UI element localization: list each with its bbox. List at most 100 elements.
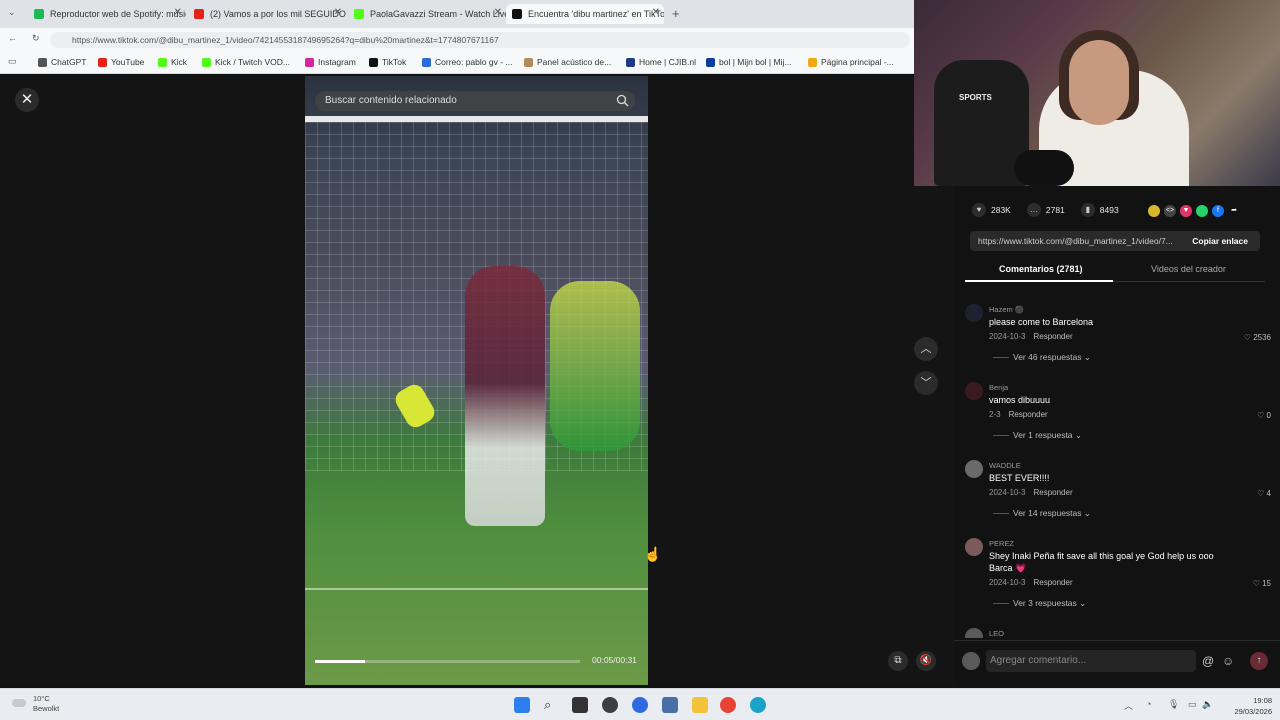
send-comment-button[interactable]: ↑ bbox=[1250, 652, 1268, 670]
edge-icon[interactable] bbox=[750, 697, 766, 713]
search-icon[interactable]: ⌕ bbox=[544, 697, 560, 713]
app-icon[interactable] bbox=[632, 697, 648, 713]
comment-like-button[interactable]: ♡ 4 bbox=[1257, 489, 1271, 498]
comment-button[interactable]: … 2781 bbox=[1026, 203, 1065, 217]
emoji-icon[interactable]: ☺ bbox=[1222, 654, 1234, 668]
avatar[interactable] bbox=[965, 538, 983, 556]
chrome-icon[interactable] bbox=[720, 697, 736, 713]
kick-icon bbox=[354, 9, 364, 19]
next-video-button[interactable]: ﹀ bbox=[914, 371, 938, 395]
mute-icon[interactable]: 🔇 bbox=[916, 651, 936, 671]
spotify-icon bbox=[34, 9, 44, 19]
video-frame[interactable] bbox=[305, 76, 648, 685]
close-video-button[interactable]: ✕ bbox=[15, 88, 39, 112]
comment-like-button[interactable]: ♡ 15 bbox=[1253, 579, 1271, 588]
app-icon[interactable] bbox=[602, 697, 618, 713]
comment-like-count: 0 bbox=[1266, 411, 1271, 420]
comment-like-button[interactable]: ♡ 2536 bbox=[1244, 333, 1271, 342]
tab-tiktok-active[interactable]: Encuentra 'dibu martinez' en TikTo ✕ bbox=[506, 4, 664, 24]
active-tab-indicator bbox=[965, 280, 1113, 282]
comment-like-button[interactable]: ♡ 0 bbox=[1257, 411, 1271, 420]
folder-icon[interactable] bbox=[692, 697, 708, 713]
save-button[interactable]: ▮ 8493 bbox=[1080, 203, 1119, 217]
store-icon[interactable] bbox=[662, 697, 678, 713]
view-replies-button[interactable]: Ver 1 respuesta ⌄ bbox=[993, 430, 1082, 441]
add-comment-input[interactable]: Agregar comentario... bbox=[986, 650, 1196, 672]
bookmark-label: bol | Mijn bol | Mij... bbox=[719, 57, 792, 67]
more-share-icon[interactable]: ➦ bbox=[1228, 205, 1240, 217]
url-field[interactable]: https://www.tiktok.com/@dibu_martinez_1/… bbox=[50, 32, 910, 48]
search-icon[interactable] bbox=[616, 94, 629, 107]
clock-date: 29/03/2026 bbox=[1234, 707, 1272, 716]
view-replies-button[interactable]: Ver 3 respuestas ⌄ bbox=[993, 598, 1086, 609]
facebook-icon[interactable]: f bbox=[1212, 205, 1224, 217]
clock[interactable]: 19:08 29/03/2026 bbox=[1234, 695, 1272, 717]
bookmark-kick-twitch-vod[interactable]: Kick / Twitch VOD... bbox=[202, 57, 290, 67]
tab-creator-videos[interactable]: Videos del creador bbox=[1151, 264, 1226, 274]
display-icon[interactable]: ▭ bbox=[1188, 699, 1197, 710]
reply-button[interactable]: Responder bbox=[1033, 578, 1072, 587]
bookmark-tiktok[interactable]: TikTok bbox=[369, 57, 406, 67]
avatar[interactable] bbox=[965, 382, 983, 400]
comment-username[interactable]: PEREZ bbox=[989, 539, 1014, 548]
previous-video-button[interactable]: ︿ bbox=[914, 337, 938, 361]
close-tab-icon[interactable]: ✕ bbox=[334, 7, 342, 18]
reload-icon[interactable]: ↻ bbox=[32, 33, 40, 44]
miniplayer-icon[interactable]: ⧉ bbox=[888, 651, 908, 671]
tab-comments[interactable]: Comentarios (2781) bbox=[999, 264, 1083, 274]
kick-icon bbox=[202, 57, 211, 67]
close-tab-icon[interactable]: ✕ bbox=[494, 7, 502, 18]
comment-username[interactable]: LEO bbox=[989, 629, 1004, 638]
sidebar-icon[interactable]: ▭ bbox=[8, 56, 17, 67]
comment-username[interactable]: WADDLE bbox=[989, 461, 1021, 470]
view-replies-button[interactable]: Ver 46 respuestas ⌄ bbox=[993, 352, 1091, 363]
bookmark-chatgpt[interactable]: ChatGPT bbox=[38, 57, 86, 67]
comment-username[interactable]: Hazem ⚫ bbox=[989, 305, 1024, 314]
copy-link-button[interactable]: Copiar enlace bbox=[1192, 236, 1248, 246]
volume-icon[interactable]: 🔈 bbox=[1202, 699, 1213, 710]
video-link-text[interactable]: https://www.tiktok.com/@dibu_martinez_1/… bbox=[978, 236, 1178, 246]
bookmark-bol[interactable]: bol | Mijn bol | Mij... bbox=[706, 57, 791, 67]
avatar[interactable] bbox=[965, 628, 983, 638]
close-tab-icon[interactable]: ✕ bbox=[174, 7, 182, 18]
avatar[interactable] bbox=[965, 460, 983, 478]
related-search-input[interactable]: Buscar contenido relacionado bbox=[315, 91, 635, 111]
tab-youtube[interactable]: (2) Vamos a por los mil SEGUIDOR ✕ bbox=[188, 4, 346, 24]
send-share-icon[interactable]: ▼ bbox=[1180, 205, 1192, 217]
like-button[interactable]: ♥ 283K bbox=[972, 203, 1011, 217]
tray-chevron-icon[interactable]: ︿ bbox=[1124, 699, 1133, 712]
comment-username[interactable]: Benja bbox=[989, 383, 1008, 392]
bookmark-instagram[interactable]: Instagram bbox=[305, 57, 356, 67]
reply-button[interactable]: Responder bbox=[1033, 488, 1072, 497]
bookmark-pagina-principal[interactable]: Página principal -... bbox=[808, 57, 894, 67]
comment-meta: 2024-10-3 Responder bbox=[989, 332, 1073, 341]
bookmark-youtube[interactable]: YouTube bbox=[98, 57, 144, 67]
tray-app-icon[interactable]: ◔ bbox=[1146, 699, 1151, 709]
bookmark-label: ChatGPT bbox=[51, 57, 87, 67]
back-icon[interactable]: ← bbox=[8, 33, 17, 43]
bookmark-correo[interactable]: Correo: pablo gv - ... bbox=[422, 57, 512, 67]
reply-button[interactable]: Responder bbox=[1033, 332, 1072, 341]
whatsapp-icon[interactable] bbox=[1196, 205, 1208, 217]
close-tab-icon[interactable]: ✕ bbox=[652, 7, 660, 18]
bookmark-cjib[interactable]: Home | CJIB.nl bbox=[626, 57, 696, 67]
mention-icon[interactable]: @ bbox=[1202, 654, 1214, 668]
video-progress-bar[interactable] bbox=[315, 660, 580, 663]
view-replies-button[interactable]: Ver 14 respuestas ⌄ bbox=[993, 508, 1091, 519]
search-placeholder: Buscar contenido relacionado bbox=[325, 95, 457, 106]
embed-icon[interactable]: <> bbox=[1164, 205, 1176, 217]
tab-list-chevron-icon[interactable]: ⌄ bbox=[8, 7, 16, 18]
bookmark-kick[interactable]: Kick bbox=[158, 57, 187, 67]
new-tab-icon[interactable]: + bbox=[672, 6, 680, 21]
bookmark-panel[interactable]: Panel acústico de... bbox=[524, 57, 611, 67]
reply-button[interactable]: Responder bbox=[1009, 410, 1048, 419]
avatar[interactable] bbox=[965, 304, 983, 322]
task-view-icon[interactable] bbox=[572, 697, 588, 713]
tab-kick[interactable]: PaolaGavazzi Stream - Watch Live ✕ bbox=[348, 4, 506, 24]
tab-spotify[interactable]: Reproductor web de Spotify: músic ✕ bbox=[28, 4, 186, 24]
comment-meta: 2-3 Responder bbox=[989, 410, 1048, 419]
coin-share-icon[interactable] bbox=[1148, 205, 1160, 217]
microphone-icon[interactable]: 🎙 bbox=[1168, 699, 1179, 710]
windows-start-icon[interactable] bbox=[514, 697, 530, 713]
comment-list: Hazem ⚫ please come to Barcelona 2024-10… bbox=[965, 300, 1275, 638]
